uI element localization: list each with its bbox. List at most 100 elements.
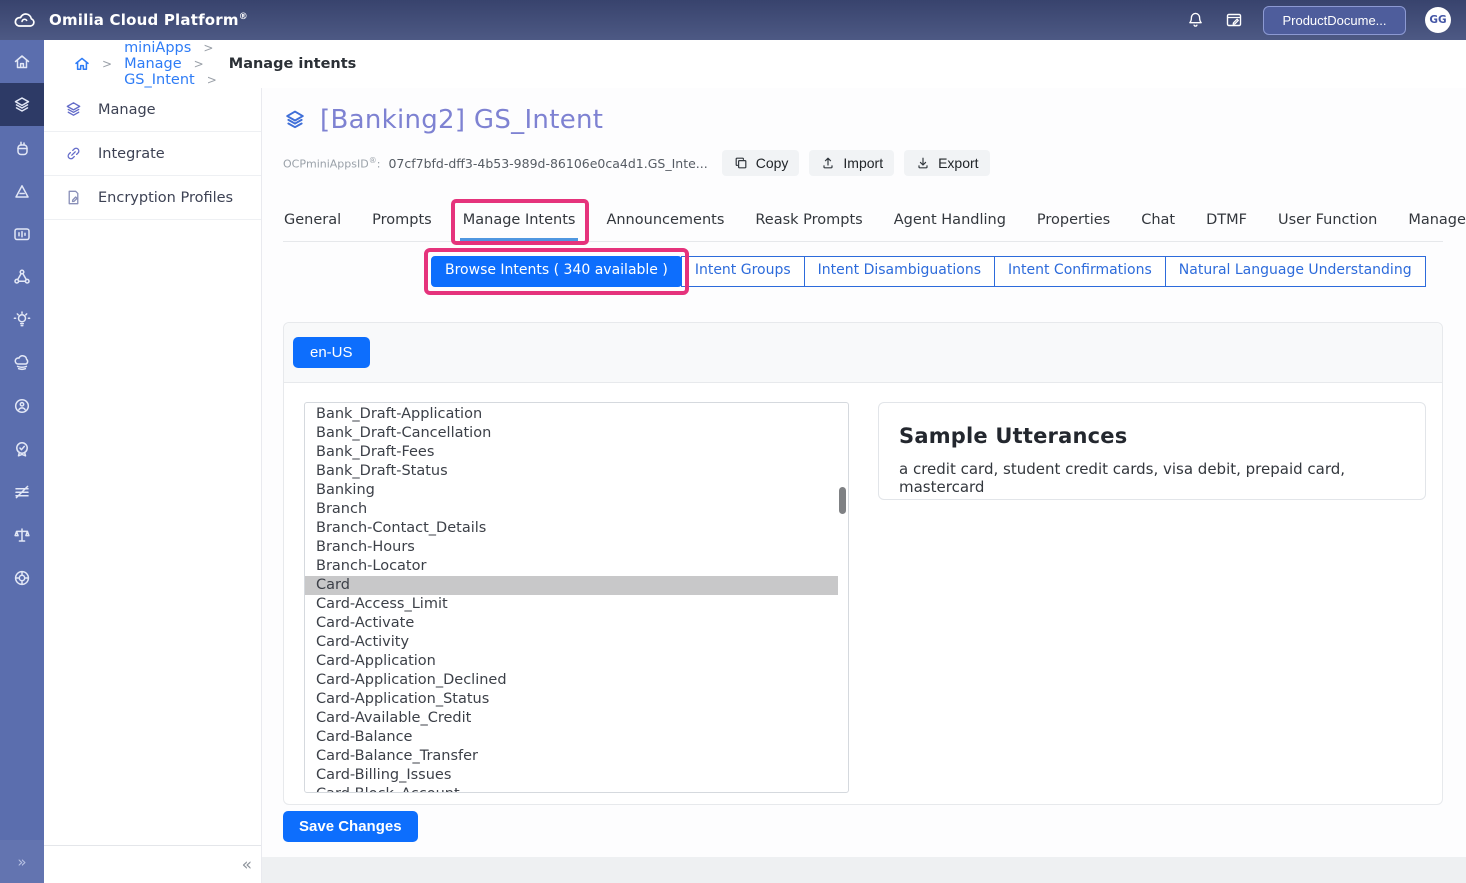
breadcrumb-item: Manage >: [124, 56, 229, 72]
breadcrumb-links: miniApps > Manage > GS_Intent >: [124, 40, 229, 88]
rail-agent-settings[interactable]: [0, 384, 44, 427]
subtab[interactable]: Intent Groups: [681, 256, 805, 287]
subtab-label: Intent Groups: [695, 262, 791, 278]
tab[interactable]: Announcements: [605, 206, 725, 241]
subtab[interactable]: Natural Language Understanding: [1165, 256, 1426, 287]
intent-option[interactable]: Branch-Contact_Details: [305, 519, 838, 538]
grip-hand-icon: [12, 138, 32, 158]
rail-data-layers[interactable]: [0, 470, 44, 513]
account-menu-button[interactable]: ProductDocume...: [1263, 6, 1406, 35]
intent-option[interactable]: Card-Billing_Issues: [305, 766, 838, 785]
rail-home[interactable]: [0, 40, 44, 83]
intent-option[interactable]: Card-Balance_Transfer: [305, 747, 838, 766]
intent-option[interactable]: Card-Access_Limit: [305, 595, 838, 614]
intent-option[interactable]: Card-Application: [305, 652, 838, 671]
intent-option[interactable]: Card-Activate: [305, 614, 838, 633]
import-button[interactable]: Import: [809, 150, 894, 176]
sample-utterances-card: Sample Utterances a credit card, student…: [878, 402, 1426, 500]
tabs: General Prompts Manage Intents Announcem…: [283, 206, 1443, 242]
copy-button[interactable]: Copy: [722, 150, 800, 176]
intent-option[interactable]: Card: [305, 576, 838, 595]
rail-support[interactable]: [0, 556, 44, 599]
intent-option[interactable]: Card-Application_Status: [305, 690, 838, 709]
brand-trademark: ®: [239, 12, 248, 22]
breadcrumb-link[interactable]: miniApps: [124, 40, 191, 56]
intent-option[interactable]: Card-Block_Account: [305, 785, 838, 793]
rail-insights[interactable]: [0, 298, 44, 341]
avatar[interactable]: GG: [1425, 7, 1451, 33]
app-window: Omilia Cloud Platform® ProductDocume... …: [0, 0, 1466, 883]
collapse-chevrons-icon[interactable]: «: [242, 855, 252, 875]
tab[interactable]: Chat: [1140, 206, 1176, 241]
intent-option[interactable]: Branch-Hours: [305, 538, 838, 557]
tab-label: DTMF: [1206, 212, 1247, 228]
subtab[interactable]: Browse Intents ( 340 available ): [431, 256, 682, 287]
rail-cloud-stack[interactable]: [0, 341, 44, 384]
sample-utterances-title: Sample Utterances: [899, 424, 1405, 448]
network-icon: [12, 267, 32, 287]
balance-scale-icon: [12, 525, 32, 545]
rail-grip[interactable]: [0, 126, 44, 169]
tab[interactable]: User Function: [1277, 206, 1378, 241]
tab[interactable]: Prompts: [371, 206, 433, 241]
breadcrumb-item: miniApps >: [124, 40, 229, 56]
tab[interactable]: General: [283, 206, 342, 241]
intent-option[interactable]: Branch: [305, 500, 838, 519]
copy-button-label: Copy: [756, 155, 789, 171]
tab[interactable]: Properties: [1036, 206, 1111, 241]
tab[interactable]: Reask Prompts: [754, 206, 863, 241]
rail-miniapps[interactable]: [0, 83, 44, 126]
export-button[interactable]: Export: [904, 150, 989, 176]
tab[interactable]: DTMF: [1205, 206, 1248, 241]
miniapp-id-row: OCPminiAppsID®: 07cf7bfd-dff3-4b53-989d-…: [283, 150, 1443, 176]
intent-option[interactable]: Branch-Locator: [305, 557, 838, 576]
intents-listbox: Bank_Draft-ApplicationBank_Draft-Cancell…: [304, 402, 849, 793]
language-tab-en-us[interactable]: en-US: [293, 337, 370, 368]
sidebar-item-manage[interactable]: Manage: [44, 88, 261, 132]
rail-expand-control[interactable]: »: [0, 840, 44, 883]
intent-option[interactable]: Card-Balance: [305, 728, 838, 747]
intent-option[interactable]: Card-Available_Credit: [305, 709, 838, 728]
intents-panel-header: en-US: [284, 323, 1442, 383]
intent-option[interactable]: Banking: [305, 481, 838, 500]
breadcrumb-link[interactable]: Manage: [124, 56, 182, 72]
intents-panel-body: Bank_Draft-ApplicationBank_Draft-Cancell…: [284, 383, 1442, 793]
breadcrumb-home[interactable]: [74, 56, 90, 72]
rail-balance[interactable]: [0, 513, 44, 556]
top-navbar: Omilia Cloud Platform® ProductDocume... …: [0, 0, 1466, 40]
intent-option[interactable]: Bank_Draft-Cancellation: [305, 424, 838, 443]
tab[interactable]: Agent Handling: [893, 206, 1007, 241]
intent-option[interactable]: Bank_Draft-Status: [305, 462, 838, 481]
data-layers-icon: [12, 482, 32, 502]
intent-option[interactable]: Bank_Draft-Fees: [305, 443, 838, 462]
subtab[interactable]: Intent Confirmations: [994, 256, 1166, 287]
sidebar-item-encryption-profiles[interactable]: Encryption Profiles: [44, 176, 261, 220]
rail-set-square[interactable]: [0, 169, 44, 212]
sidebar-item-integrate[interactable]: Integrate: [44, 132, 261, 176]
tab[interactable]: Manage Languages: [1407, 206, 1466, 241]
intent-option[interactable]: Card-Activity: [305, 633, 838, 652]
layers-icon: [64, 100, 83, 119]
tab[interactable]: Manage Intents: [462, 206, 577, 241]
export-arrow-icon: [915, 155, 931, 171]
rail-voice-card[interactable]: [0, 212, 44, 255]
encryption-profile-icon: [64, 188, 83, 207]
intent-option[interactable]: Card-Application_Declined: [305, 671, 838, 690]
intent-subtabs: Browse Intents ( 340 available ) Intent …: [432, 256, 1443, 287]
intent-option[interactable]: Bank_Draft-Application: [305, 405, 838, 424]
sidebar: Manage Integrate Encryption Profiles «: [44, 88, 262, 883]
breadcrumb-link[interactable]: GS_Intent: [124, 72, 195, 88]
listbox-scrollbar-thumb[interactable]: [839, 487, 846, 514]
tab-label: Manage Languages: [1408, 212, 1466, 228]
subtab-label: Natural Language Understanding: [1179, 262, 1412, 278]
save-changes-button[interactable]: Save Changes: [283, 811, 418, 842]
notifications-bell-icon[interactable]: [1185, 10, 1205, 30]
breadcrumb-separator: >: [194, 57, 204, 71]
notepad-pen-icon[interactable]: [1224, 10, 1244, 30]
set-square-icon: [12, 181, 32, 201]
export-button-label: Export: [938, 155, 978, 171]
subtab[interactable]: Intent Disambiguations: [804, 256, 995, 287]
support-gear-icon: [12, 568, 32, 588]
rail-quality-badge[interactable]: [0, 427, 44, 470]
rail-network[interactable]: [0, 255, 44, 298]
